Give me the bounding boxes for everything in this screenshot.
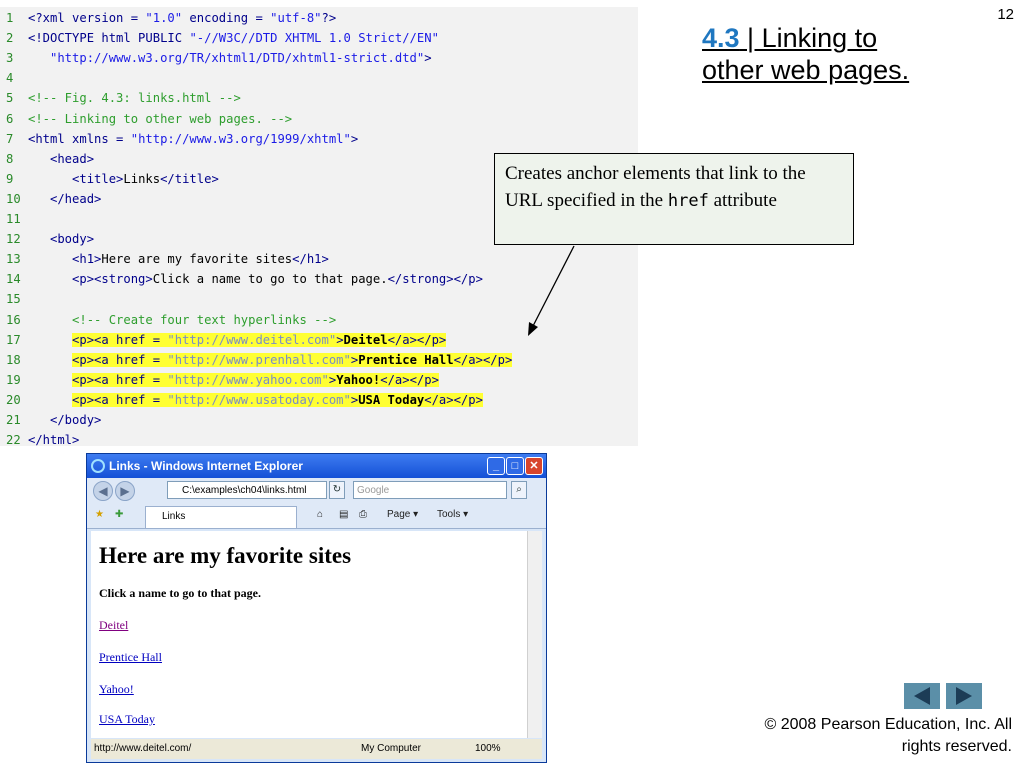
status-bar: http://www.deitel.com/ My Computer 100% <box>91 739 542 759</box>
browser-window: Links - Windows Internet Explorer _ □ ✕ … <box>86 453 547 763</box>
prev-slide-button[interactable] <box>904 683 940 709</box>
feeds-icon[interactable]: ▤ <box>339 509 348 520</box>
minimize-button[interactable]: _ <box>487 457 505 475</box>
vertical-scrollbar[interactable] <box>527 531 542 738</box>
page-content: Here are my favorite sites Click a name … <box>91 531 527 738</box>
ie-logo-icon <box>91 459 105 473</box>
refresh-button[interactable]: ↻ <box>329 481 345 499</box>
copyright-notice: © 2008 Pearson Education, Inc. All right… <box>764 716 1013 755</box>
page-menu[interactable]: Page ▾ <box>387 509 418 520</box>
page-lead-text: Click a name to go to that page. <box>99 586 261 600</box>
close-button[interactable]: ✕ <box>525 457 543 475</box>
forward-button[interactable]: ▶ <box>115 481 135 501</box>
tab-links[interactable]: Links <box>145 506 297 528</box>
address-input[interactable]: C:\examples\ch04\links.html <box>167 481 327 499</box>
address-toolbar: ◀ ▶ C:\examples\ch04\links.html ↻ Google… <box>87 478 546 504</box>
next-slide-button[interactable] <box>946 683 982 709</box>
maximize-button[interactable]: □ <box>506 457 524 475</box>
status-url: http://www.deitel.com/ <box>94 743 192 754</box>
status-zoom[interactable]: 100% <box>475 739 501 759</box>
back-button[interactable]: ◀ <box>93 481 113 501</box>
print-icon[interactable]: ⎙ <box>359 509 367 520</box>
favorites-star-icon[interactable]: ★ <box>95 509 104 520</box>
tab-toolbar: ★ ✚ Links ⌂ ▤ ⎙ Page ▾ Tools ▾ <box>87 504 546 529</box>
link-yahoo[interactable]: Yahoo! <box>99 682 134 697</box>
page-heading: Here are my favorite sites <box>99 543 352 568</box>
search-button[interactable]: ⌕ <box>511 481 527 499</box>
home-icon[interactable]: ⌂ <box>317 509 323 520</box>
add-favorites-icon[interactable]: ✚ <box>115 509 123 520</box>
link-deitel[interactable]: Deitel <box>99 618 128 633</box>
status-zone: My Computer <box>361 743 422 754</box>
search-input[interactable]: Google <box>353 481 507 499</box>
window-title: Links - Windows Internet Explorer <box>109 459 303 473</box>
browser-titlebar[interactable]: Links - Windows Internet Explorer _ □ ✕ <box>87 454 546 478</box>
link-prentice-hall[interactable]: Prentice Hall <box>99 650 162 665</box>
link-usa-today[interactable]: USA Today <box>99 712 155 727</box>
tools-menu[interactable]: Tools ▾ <box>437 509 468 520</box>
